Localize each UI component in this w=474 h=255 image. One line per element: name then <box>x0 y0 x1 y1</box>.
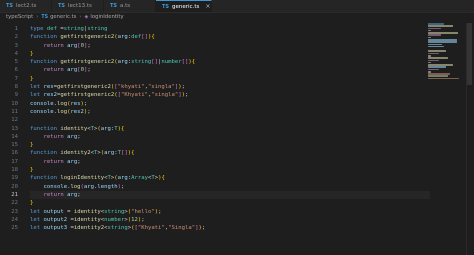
breadcrumb-folder[interactable]: typeScript <box>6 14 33 20</box>
chevron-right-icon: › <box>36 14 39 20</box>
line-number: 3 <box>14 42 18 49</box>
line-number: 16 <box>11 150 18 157</box>
line-number: 18 <box>11 167 18 174</box>
code-line[interactable] <box>30 116 430 124</box>
minimap-line <box>428 66 446 68</box>
tab-lect13-ts[interactable]: TS lect13.ts <box>52 0 104 12</box>
line-number-gutter: 1 2 3 4 5 6 7 8 9 10 11 12 13 14 15 16 17 18 19 20 21 22 23 24 2… <box>0 25 18 232</box>
line-number: 25 <box>11 225 18 232</box>
line-number: 14 <box>11 133 18 140</box>
code-line[interactable]: type def =string|string <box>30 25 430 33</box>
tab-bar-empty-area <box>212 0 474 12</box>
line-number: 4 <box>14 50 18 57</box>
close-icon[interactable]: × <box>205 3 210 10</box>
breadcrumb-symbol[interactable]: loginIdentity <box>90 14 123 20</box>
minimap-line <box>428 25 454 27</box>
minimap-line <box>428 45 445 48</box>
vertical-scrollbar[interactable] <box>466 23 472 255</box>
line-number: 23 <box>11 208 18 215</box>
line-number: 24 <box>11 216 18 223</box>
typescript-file-icon: TS <box>58 3 66 9</box>
code-line[interactable]: return arg; <box>30 190 430 200</box>
code-line[interactable]: } <box>30 75 430 83</box>
minimap-line <box>428 59 439 62</box>
code-area[interactable]: type def =string|string function getfirst… <box>30 25 430 232</box>
minimap-line <box>428 68 439 71</box>
minimap-line <box>428 41 457 43</box>
line-number: 8 <box>14 84 18 91</box>
line-number: 15 <box>11 142 18 149</box>
minimap-line <box>428 27 441 30</box>
tab-label: lect2.ts <box>16 3 37 9</box>
code-line[interactable]: return arg; <box>30 133 430 141</box>
tab-label: a.ts <box>120 3 131 9</box>
typescript-file-icon: TS <box>110 3 118 9</box>
code-line[interactable]: console.log(arg.length); <box>30 183 430 191</box>
line-number: 22 <box>11 200 18 207</box>
minimap-line <box>428 50 446 52</box>
code-line[interactable]: } <box>30 141 430 149</box>
minimap-line <box>428 75 448 78</box>
typescript-file-icon: TS <box>162 3 170 10</box>
code-line[interactable]: let output3 =identity2<string>(["Khyati"… <box>30 224 430 232</box>
scrollbar-thumb[interactable] <box>467 23 472 85</box>
line-number: 13 <box>11 125 18 132</box>
chevron-right-icon: › <box>79 14 82 20</box>
code-line[interactable]: } <box>30 199 430 207</box>
line-number: 19 <box>11 175 18 182</box>
code-line[interactable]: function identity2<T>(arg:T[]){ <box>30 149 430 157</box>
code-line[interactable]: function loginIdentity<T>(arg:Array<T>){ <box>30 174 430 182</box>
minimap-line <box>428 34 441 36</box>
breadcrumb-file[interactable]: generic.ts <box>50 14 76 20</box>
code-line[interactable]: return arg[0]; <box>30 66 430 74</box>
line-number: 12 <box>11 117 18 124</box>
line-number: 11 <box>11 108 18 115</box>
line-number: 10 <box>11 100 18 107</box>
line-number: 6 <box>14 67 18 74</box>
code-line[interactable]: console.log(res); <box>30 100 430 108</box>
line-number: 21 <box>11 191 18 198</box>
line-number: 1 <box>14 26 18 32</box>
code-line[interactable]: } <box>30 166 430 174</box>
typescript-file-icon: TS <box>6 3 14 9</box>
code-line[interactable]: let output = identity<string>("hello"); <box>30 208 430 216</box>
code-line[interactable]: function getfirstgeneric2(arg:def[]){ <box>30 33 430 41</box>
code-line[interactable]: let res2=getfirstgeneric2(["Khyati","sin… <box>30 91 430 99</box>
code-line[interactable]: let output2 =identity<number>(12); <box>30 216 430 224</box>
line-number: 20 <box>11 183 18 190</box>
tab-generic-ts[interactable]: TS generic.ts × <box>156 0 212 12</box>
code-line[interactable]: return arg; <box>30 158 430 166</box>
line-number: 7 <box>14 75 18 82</box>
minimap-line <box>428 43 443 46</box>
tab-label: lect13.ts <box>68 3 92 9</box>
line-number: 9 <box>14 92 18 99</box>
line-number: 5 <box>14 59 18 66</box>
code-line[interactable]: function getfirstgeneric2(arg:string[]|n… <box>30 58 430 66</box>
code-line[interactable]: console.log(res2); <box>30 108 430 116</box>
code-editor[interactable]: 1 2 3 4 5 6 7 8 9 10 11 12 13 14 15 16 17 18 19 20 21 22 23 24 2… <box>0 23 474 255</box>
line-number: 17 <box>11 158 18 165</box>
code-line[interactable]: function identity<T>(arg:T){ <box>30 125 430 133</box>
minimap-line <box>428 57 448 59</box>
tab-label: generic.ts <box>172 3 200 10</box>
minimap-line <box>428 77 459 80</box>
function-symbol-icon: ◈ <box>84 14 89 20</box>
code-line[interactable]: let res=getfirstgeneric2(["khyati","sing… <box>30 83 430 91</box>
tab-a-ts[interactable]: TS a.ts <box>104 0 156 12</box>
breadcrumb: typeScript › TS generic.ts › ◈ loginIden… <box>0 12 474 22</box>
code-line[interactable]: } <box>30 50 430 58</box>
code-line[interactable]: return arg[0]; <box>30 42 430 50</box>
minimap[interactable] <box>428 23 464 83</box>
line-number: 2 <box>14 34 18 41</box>
tab-lect2-ts[interactable]: TS lect2.ts <box>0 0 52 12</box>
typescript-file-icon: TS <box>41 14 49 20</box>
